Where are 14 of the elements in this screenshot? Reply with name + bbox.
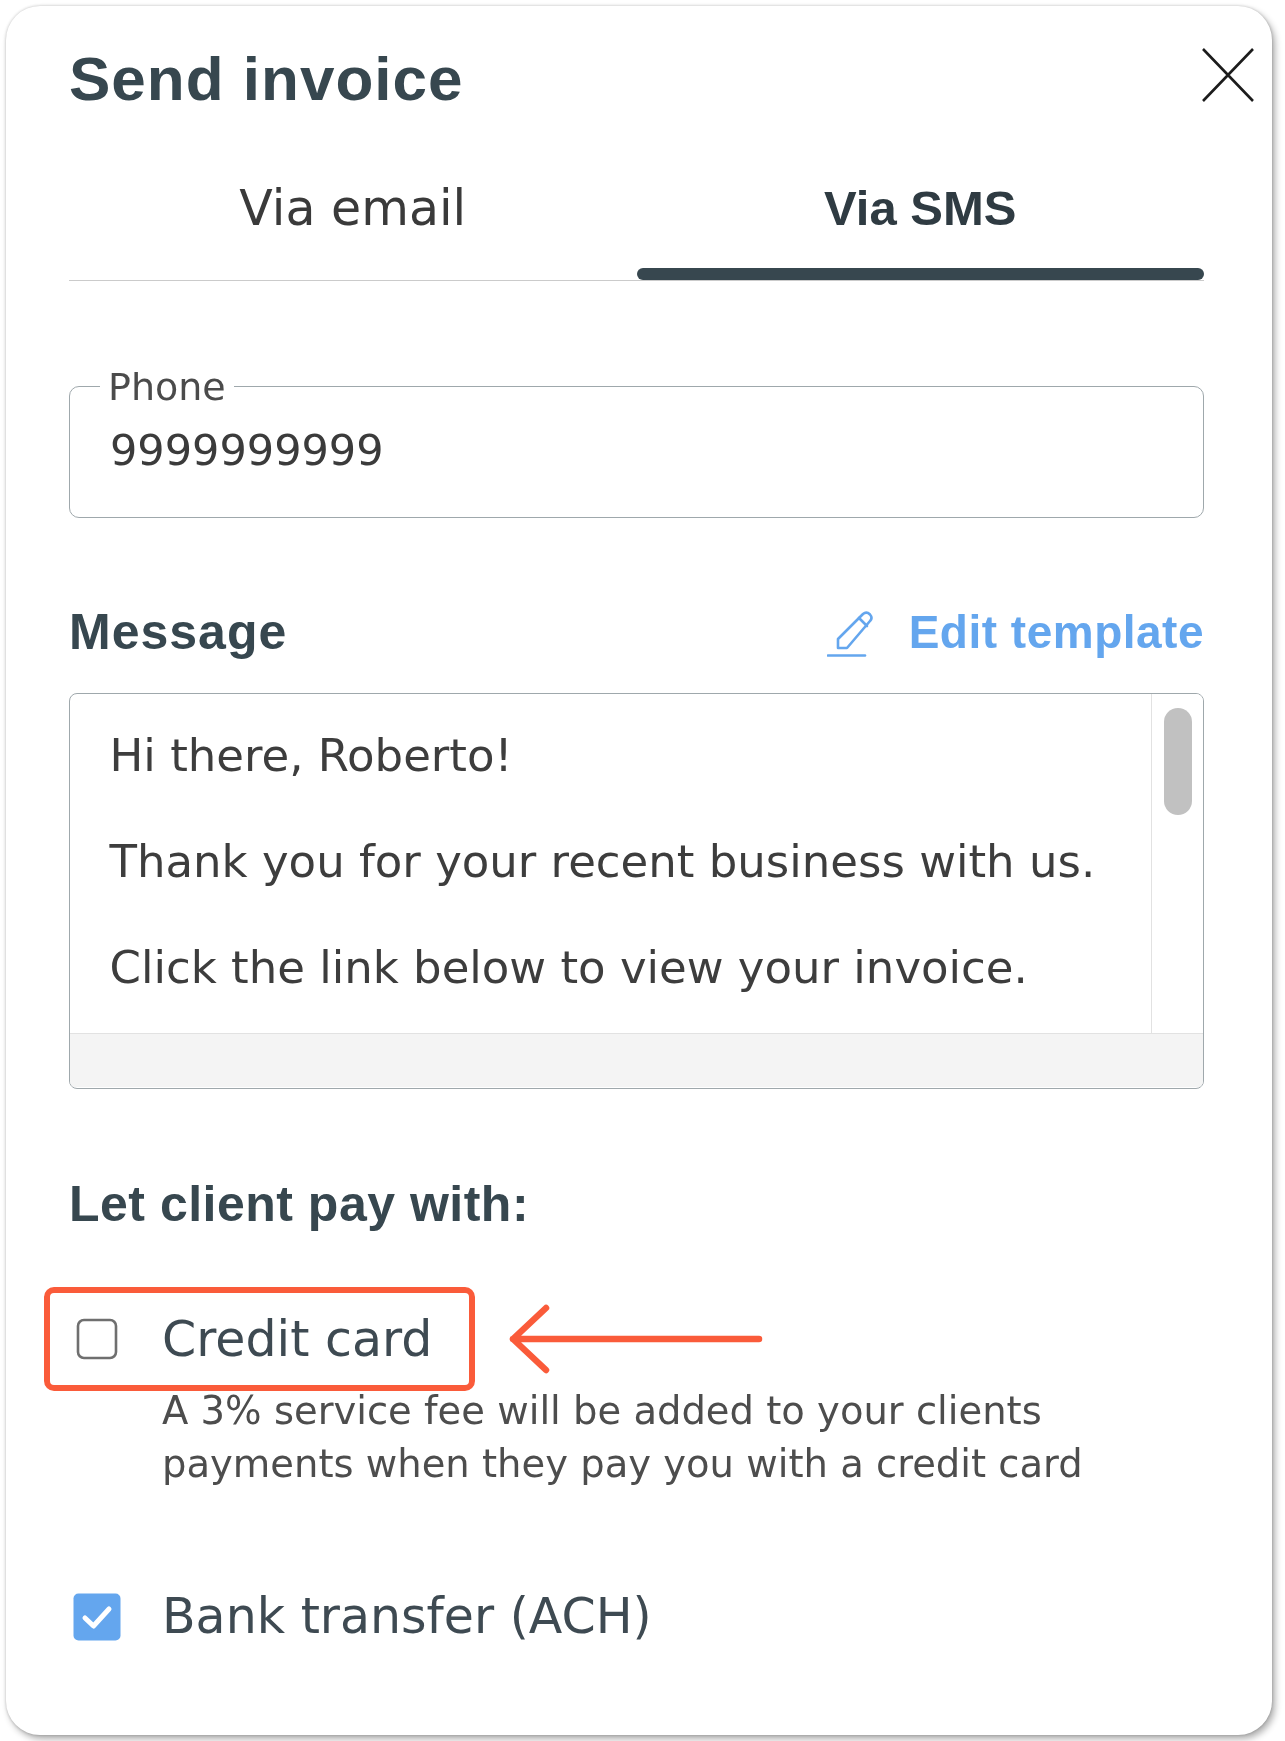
tab[interactable]: Via SMS [636,159,1204,280]
option-label: Credit card [162,1310,433,1368]
section-heading: Let client pay with: [69,1178,530,1229]
option-description: A 3% service fee will be added to your clients payments when they pay you with a credit card [162,1387,1084,1489]
close-button[interactable] [1201,47,1255,103]
section-heading: Message [69,607,288,658]
option-label: Bank transfer (ACH) [162,1588,652,1646]
message-field[interactable]: Hi there, Roberto! Thank you for your recent business with us. Click the link below to view your invoice. [69,693,1204,1090]
field-label: Phone [107,367,227,406]
dialog-title: Send invoice [69,48,464,110]
tab[interactable]: Via email [69,159,637,280]
close-icon [1201,47,1255,103]
checkbox[interactable] [73,1592,121,1641]
scrollbar-thumb[interactable] [1163,707,1192,815]
